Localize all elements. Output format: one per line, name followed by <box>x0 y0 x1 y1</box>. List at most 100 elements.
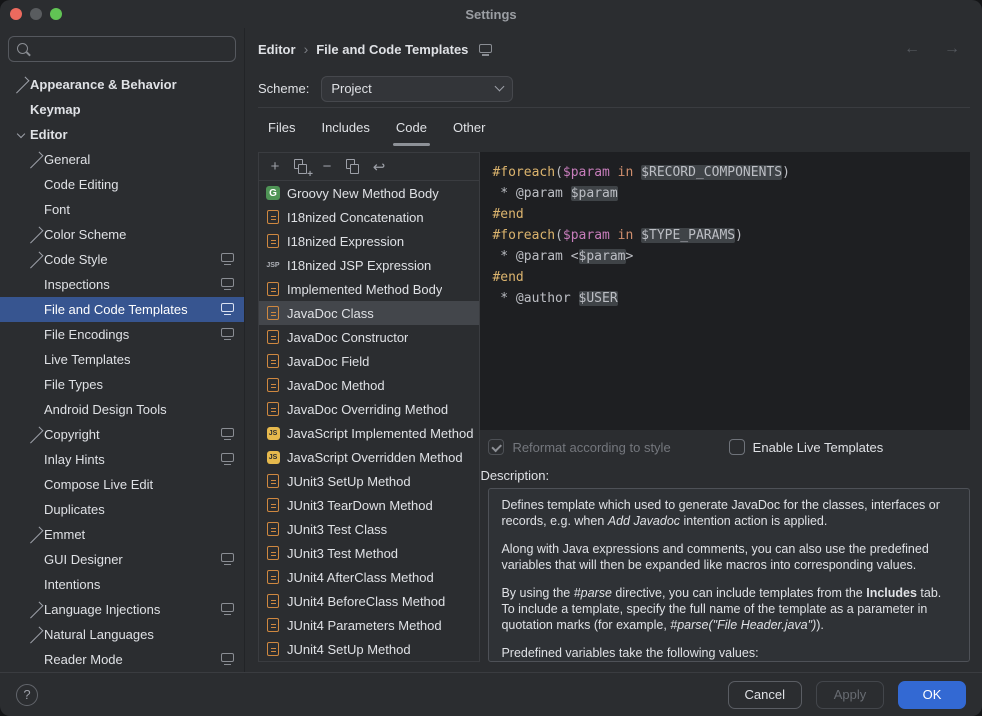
chevron-right-icon[interactable] <box>27 226 44 243</box>
chevron-right-icon[interactable] <box>27 526 44 543</box>
template-template-icon <box>265 569 281 585</box>
template-list-item-junit4-setup-method[interactable]: JUnit4 SetUp Method <box>259 637 479 661</box>
zoom-button[interactable] <box>50 8 62 20</box>
sidebar-item-code-style[interactable]: Code Style <box>0 247 244 272</box>
template-list-item-i18nized-jsp-expression[interactable]: I18nized JSP Expression <box>259 253 479 277</box>
sidebar-item-compose-live-edit[interactable]: Compose Live Edit <box>0 472 244 497</box>
apply-button[interactable]: Apply <box>816 681 884 709</box>
tab-files[interactable]: Files <box>260 108 303 146</box>
chevron-right-icon[interactable] <box>27 601 44 618</box>
template-list-item-javadoc-method[interactable]: JavaDoc Method <box>259 373 479 397</box>
ok-button[interactable]: OK <box>898 681 966 709</box>
template-list-item-junit4-afterclass-method[interactable]: JUnit4 AfterClass Method <box>259 565 479 589</box>
tab-bar: Files Includes Code Other <box>258 108 970 146</box>
template-list-item-javadoc-class[interactable]: JavaDoc Class <box>259 301 479 325</box>
sidebar-item-intentions[interactable]: Intentions <box>0 572 244 597</box>
breadcrumb-parent[interactable]: Editor <box>258 42 296 57</box>
sidebar-item-file-types[interactable]: File Types <box>0 372 244 397</box>
help-button[interactable]: ? <box>16 684 38 706</box>
code-line: * @author $USER <box>492 288 958 309</box>
sidebar-item-label: Language Injections <box>44 602 160 617</box>
chevron-right-icon[interactable] <box>27 426 44 443</box>
description-panel[interactable]: Defines template which used to generate … <box>488 488 970 662</box>
back-arrow-icon[interactable]: ← <box>904 40 920 58</box>
title-bar: Settings <box>0 0 982 28</box>
template-editor[interactable]: #foreach($param in $RECORD_COMPONENTS) *… <box>480 152 970 430</box>
sidebar-item-inspections[interactable]: Inspections <box>0 272 244 297</box>
breadcrumb-separator: › <box>304 41 309 57</box>
tab-includes[interactable]: Includes <box>313 108 377 146</box>
template-list-item-groovy-new-method-body[interactable]: Groovy New Method Body <box>259 181 479 205</box>
sidebar-item-natural-languages[interactable]: Natural Languages <box>0 622 244 647</box>
search-icon <box>16 42 31 57</box>
sidebar-item-gui-designer[interactable]: GUI Designer <box>0 547 244 572</box>
sidebar-item-keymap[interactable]: Keymap <box>0 97 244 122</box>
template-list-item-junit3-teardown-method[interactable]: JUnit3 TearDown Method <box>259 493 479 517</box>
sidebar-item-android-design-tools[interactable]: Android Design Tools <box>0 397 244 422</box>
sidebar-item-inlay-hints[interactable]: Inlay Hints <box>0 447 244 472</box>
sidebar-item-general[interactable]: General <box>0 147 244 172</box>
chevron-right-icon[interactable] <box>27 626 44 643</box>
sidebar-item-copyright[interactable]: Copyright <box>0 422 244 447</box>
chevron-right-icon[interactable] <box>27 251 44 268</box>
template-list-item-javadoc-field[interactable]: JavaDoc Field <box>259 349 479 373</box>
template-template-icon <box>265 497 281 513</box>
template-list-item-junit3-test-class[interactable]: JUnit3 Test Class <box>259 517 479 541</box>
template-list-item-javascript-implemented-method[interactable]: JavaScript Implemented Method <box>259 421 479 445</box>
template-list: Groovy New Method BodyI18nized Concatena… <box>259 181 479 661</box>
tab-other[interactable]: Other <box>445 108 494 146</box>
template-list-item-junit4-parameters-method[interactable]: JUnit4 Parameters Method <box>259 613 479 637</box>
sidebar-item-reader-mode[interactable]: Reader Mode <box>0 647 244 672</box>
chevron-right-icon[interactable] <box>27 151 44 168</box>
enable-live-templates-checkbox[interactable]: Enable Live Templates <box>729 439 884 455</box>
settings-search-input[interactable] <box>8 36 236 62</box>
tab-code[interactable]: Code <box>388 108 435 146</box>
template-list-item-junit4-beforeclass-method[interactable]: JUnit4 BeforeClass Method <box>259 589 479 613</box>
template-list-item-junit3-test-method[interactable]: JUnit3 Test Method <box>259 541 479 565</box>
template-name: JavaDoc Method <box>287 378 385 393</box>
code-line: #end <box>492 204 958 225</box>
template-list-item-implemented-method-body[interactable]: Implemented Method Body <box>259 277 479 301</box>
scheme-select[interactable]: Project <box>321 76 513 102</box>
sidebar-item-emmet[interactable]: Emmet <box>0 522 244 547</box>
sidebar-item-duplicates[interactable]: Duplicates <box>0 497 244 522</box>
template-name: JavaScript Overridden Method <box>287 450 463 465</box>
sidebar-item-live-templates[interactable]: Live Templates <box>0 347 244 372</box>
sidebar-item-label: General <box>44 152 90 167</box>
create-child-template-icon[interactable]: + <box>290 156 312 178</box>
sidebar-item-label: Inspections <box>44 277 110 292</box>
template-list-item-javadoc-constructor[interactable]: JavaDoc Constructor <box>259 325 479 349</box>
reset-template-icon[interactable]: ↩ <box>368 156 390 178</box>
duplicate-template-icon[interactable] <box>342 156 364 178</box>
sidebar-item-color-scheme[interactable]: Color Scheme <box>0 222 244 247</box>
forward-arrow-icon[interactable]: → <box>944 40 960 58</box>
reformat-checkbox[interactable]: Reformat according to style <box>488 439 670 455</box>
description-label: Description: <box>480 464 970 488</box>
template-template-icon <box>265 377 281 393</box>
chevron-down-icon[interactable] <box>17 129 25 137</box>
sidebar-item-language-injections[interactable]: Language Injections <box>0 597 244 622</box>
sidebar-item-code-editing[interactable]: Code Editing <box>0 172 244 197</box>
minimize-button[interactable] <box>30 8 42 20</box>
code-line: * @param <$param> <box>492 246 958 267</box>
project-settings-icon <box>221 603 234 612</box>
project-settings-icon <box>221 453 234 462</box>
remove-template-icon[interactable]: − <box>316 156 338 178</box>
add-template-icon[interactable]: + <box>264 156 286 178</box>
template-list-item-i18nized-concatenation[interactable]: I18nized Concatenation <box>259 205 479 229</box>
sidebar-item-font[interactable]: Font <box>0 197 244 222</box>
template-list-item-i18nized-expression[interactable]: I18nized Expression <box>259 229 479 253</box>
project-settings-icon <box>221 653 234 662</box>
close-button[interactable] <box>10 8 22 20</box>
template-template-icon <box>265 641 281 657</box>
sidebar-item-file-encodings[interactable]: File Encodings <box>0 322 244 347</box>
sidebar-item-file-and-code-templates[interactable]: File and Code Templates <box>0 297 244 322</box>
sidebar-item-editor[interactable]: Editor <box>0 122 244 147</box>
template-list-item-javascript-overridden-method[interactable]: JavaScript Overridden Method <box>259 445 479 469</box>
cancel-button[interactable]: Cancel <box>728 681 802 709</box>
chevron-right-icon[interactable] <box>13 76 30 93</box>
sidebar-item-label: Reader Mode <box>44 652 123 667</box>
template-list-item-javadoc-overriding-method[interactable]: JavaDoc Overriding Method <box>259 397 479 421</box>
sidebar-item-appearance-behavior[interactable]: Appearance & Behavior <box>0 72 244 97</box>
template-list-item-junit3-setup-method[interactable]: JUnit3 SetUp Method <box>259 469 479 493</box>
